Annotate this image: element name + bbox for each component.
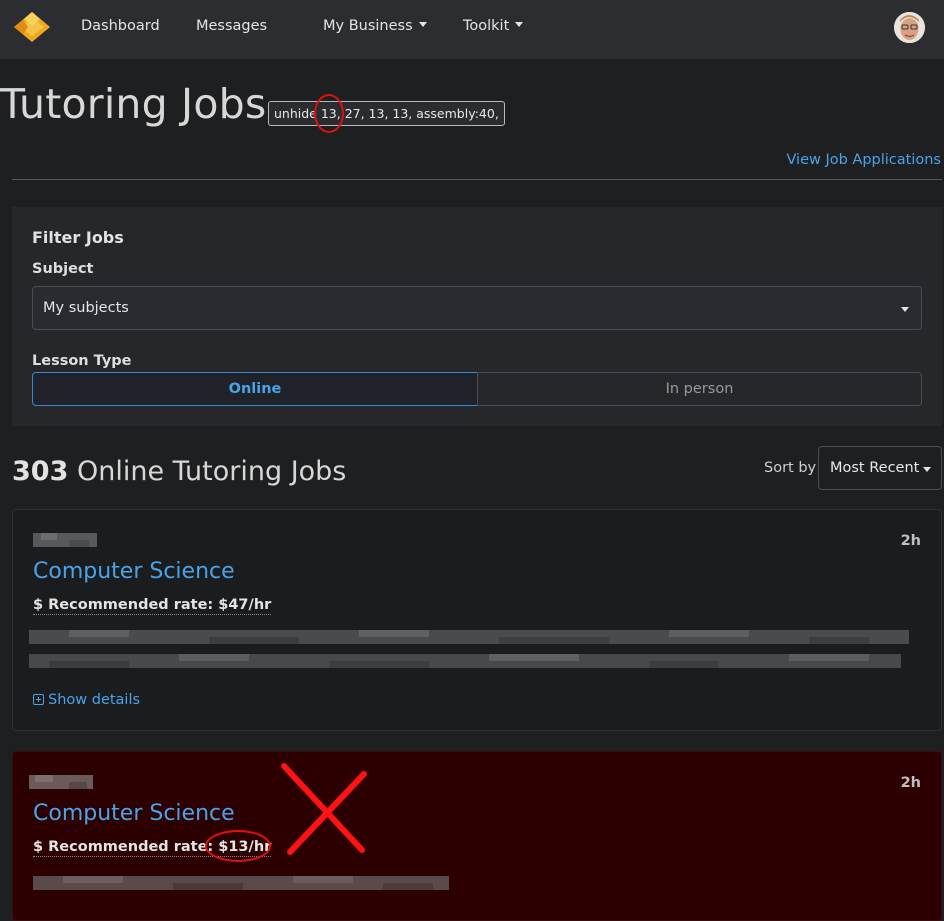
- chevron-down-icon: [418, 22, 427, 27]
- top-navbar: Dashboard Messages My Business Toolkit: [0, 0, 944, 59]
- nav-toolkit-dropdown[interactable]: Toolkit: [463, 18, 524, 34]
- plus-square-icon: [33, 694, 44, 705]
- lesson-type-label: Lesson Type: [32, 353, 132, 369]
- job-card-flagged[interactable]: 2h Computer Science $ Recommended rate: …: [12, 751, 942, 921]
- blurred-description-line: [33, 876, 449, 890]
- user-avatar[interactable]: [894, 12, 925, 43]
- job-subject-link[interactable]: Computer Science: [33, 559, 235, 584]
- results-count: 303: [12, 456, 69, 487]
- annotation-cross-icon: [281, 763, 367, 855]
- job-posted-time: 2h: [900, 775, 921, 791]
- page-title: Tutoring Jobs: [0, 80, 267, 128]
- sort-label: Sort by: [764, 460, 817, 476]
- job-posted-time: 2h: [900, 533, 921, 549]
- subject-label: Subject: [32, 261, 94, 277]
- blurred-student-name: [29, 775, 93, 789]
- chevron-down-icon: [515, 22, 524, 27]
- nav-messages-link[interactable]: Messages: [196, 18, 267, 34]
- chevron-down-icon: [923, 467, 931, 472]
- blurred-description-line: [29, 654, 901, 668]
- job-card[interactable]: 2h Computer Science $ Recommended rate: …: [12, 509, 942, 731]
- job-recommended-rate: $ Recommended rate: $47/hr: [33, 597, 272, 615]
- filter-title: Filter Jobs: [32, 228, 124, 247]
- blurred-student-name: [33, 533, 97, 547]
- results-label: Online Tutoring Jobs: [76, 456, 347, 487]
- filter-panel: Filter Jobs Subject My subjects Lesson T…: [12, 207, 942, 426]
- sort-select-value: Most Recent: [830, 460, 920, 476]
- annotation-circle: [314, 94, 344, 133]
- job-subject-link[interactable]: Computer Science: [33, 801, 235, 826]
- view-job-applications-link[interactable]: View Job Applications: [786, 152, 941, 168]
- lesson-type-in-person-toggle[interactable]: In person: [477, 372, 922, 406]
- results-heading: 303 Online Tutoring Jobs: [12, 456, 346, 487]
- nav-toolkit-label: Toolkit: [463, 18, 510, 34]
- sort-select[interactable]: Most Recent: [818, 446, 942, 490]
- brand-logo-icon[interactable]: [14, 12, 50, 42]
- nav-my-business-label: My Business: [323, 18, 413, 34]
- divider: [12, 179, 942, 180]
- show-details-label: Show details: [48, 692, 141, 708]
- annotation-circle: [205, 830, 271, 862]
- debug-tooltip: unhide 13, 27, 13, 13, assembly:40,: [268, 101, 505, 126]
- chevron-down-icon: [901, 307, 909, 312]
- subject-select-value: My subjects: [43, 300, 129, 316]
- subject-select[interactable]: My subjects: [32, 286, 922, 330]
- blurred-description-line: [29, 630, 909, 644]
- lesson-type-online-toggle[interactable]: Online: [32, 372, 478, 406]
- nav-my-business-dropdown[interactable]: My Business: [323, 18, 427, 34]
- nav-dashboard-link[interactable]: Dashboard: [81, 18, 160, 34]
- user-avatar-icon: [894, 12, 925, 43]
- show-details-link[interactable]: Show details: [33, 692, 140, 708]
